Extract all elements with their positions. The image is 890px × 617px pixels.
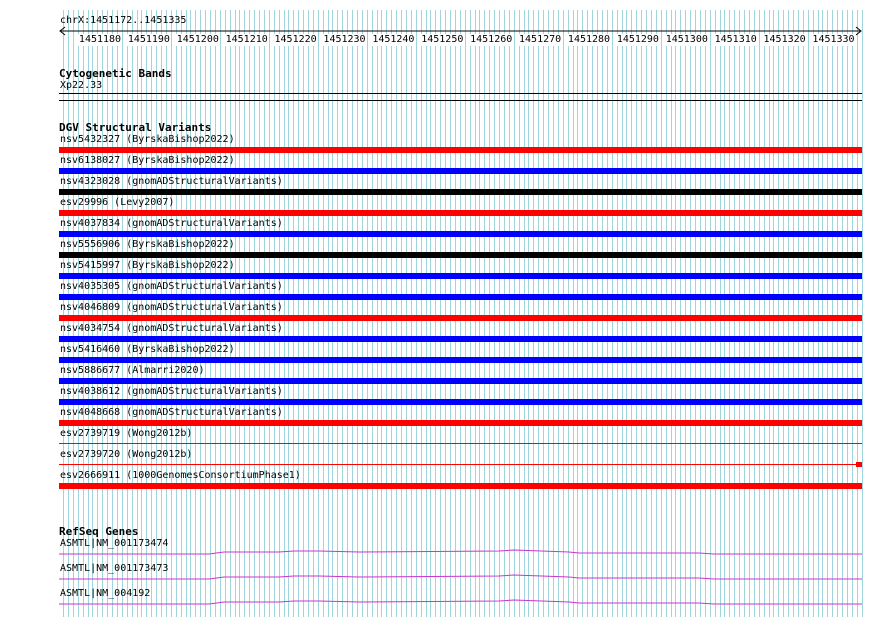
variant-bar[interactable] [59, 378, 862, 384]
variant-bar[interactable] [59, 273, 862, 279]
variant-label[interactable]: nsv4323028 (gnomADStructuralVariants) [60, 176, 283, 188]
dgv-track-title: DGV Structural Variants [59, 121, 212, 134]
variant-label[interactable]: nsv4046809 (gnomADStructuralVariants) [60, 302, 283, 314]
variant-bar[interactable] [59, 168, 862, 174]
ruler-tick-label: 1451290 [615, 34, 660, 46]
track-separator [59, 100, 862, 101]
gene-model-line[interactable] [59, 548, 863, 556]
variant-bar[interactable] [59, 231, 862, 237]
ruler-tick-label: 1451210 [224, 34, 269, 46]
variant-label[interactable]: nsv5556906 (ByrskaBishop2022) [60, 239, 235, 251]
cytoband-label[interactable]: Xp22.33 [60, 80, 102, 92]
variant-bar[interactable] [59, 399, 862, 405]
ruler-tick-label: 1451190 [126, 34, 171, 46]
variant-label[interactable]: esv2739720 (Wong2012b) [60, 449, 192, 461]
ruler-tick-label: 1451220 [273, 34, 318, 46]
refseq-track-title: RefSeq Genes [59, 525, 139, 538]
variant-label[interactable]: nsv5432327 (ByrskaBishop2022) [60, 134, 235, 146]
ruler-tick-label: 1451250 [420, 34, 465, 46]
variant-label[interactable]: nsv4037834 (gnomADStructuralVariants) [60, 218, 283, 230]
ruler-tick-label: 1451320 [762, 34, 807, 46]
variant-label[interactable]: nsv5886677 (Almarri2020) [60, 365, 205, 377]
ruler-tick-label: 1451200 [175, 34, 220, 46]
ruler-tick-label: 1451230 [322, 34, 367, 46]
ruler-tick-label: 1451330 [811, 34, 856, 46]
variant-label[interactable]: nsv5416460 (ByrskaBishop2022) [60, 344, 235, 356]
gene-model-line[interactable] [59, 573, 863, 581]
variant-bar[interactable] [59, 147, 862, 153]
ruler-tick-label: 1451310 [713, 34, 758, 46]
variant-bar[interactable] [59, 357, 862, 363]
cytoband-track-title: Cytogenetic Bands [59, 67, 172, 80]
variant-label[interactable]: esv29996 (Levy2007) [60, 197, 174, 209]
ruler-tick-label: 1451180 [77, 34, 123, 46]
variant-bar[interactable] [59, 464, 862, 465]
variant-bar[interactable] [59, 189, 862, 195]
variant-label[interactable]: nsv6138027 (ByrskaBishop2022) [60, 155, 235, 167]
variant-bar[interactable] [59, 443, 862, 444]
variant-bar[interactable] [59, 420, 862, 426]
variant-end-marker [856, 462, 862, 467]
variant-bar[interactable] [59, 252, 862, 258]
variant-bar[interactable] [59, 483, 862, 489]
ruler-tick-label: 1451260 [469, 34, 514, 46]
variant-bar[interactable] [59, 210, 862, 216]
variant-label[interactable]: nsv4034754 (gnomADStructuralVariants) [60, 323, 283, 335]
variant-bar[interactable] [59, 336, 862, 342]
ruler-tick-label: 1451300 [664, 34, 709, 46]
cytoband-line [59, 93, 862, 94]
variant-label[interactable]: nsv4048668 (gnomADStructuralVariants) [60, 407, 283, 419]
ruler-tick-label: 1451270 [518, 34, 563, 46]
variant-label[interactable]: nsv5415997 (ByrskaBishop2022) [60, 260, 235, 272]
variant-label[interactable]: nsv4035305 (gnomADStructuralVariants) [60, 281, 283, 293]
variant-label[interactable]: nsv4038612 (gnomADStructuralVariants) [60, 386, 283, 398]
gene-model-line[interactable] [59, 598, 863, 606]
variant-bar[interactable] [59, 294, 862, 300]
ruler-tick-label: 1451280 [566, 34, 612, 46]
variant-label[interactable]: esv2666911 (1000GenomesConsortiumPhase1) [60, 470, 301, 482]
variant-bar[interactable] [59, 315, 862, 321]
variant-label[interactable]: esv2739719 (Wong2012b) [60, 428, 192, 440]
ruler-tick-label: 1451240 [371, 34, 416, 46]
